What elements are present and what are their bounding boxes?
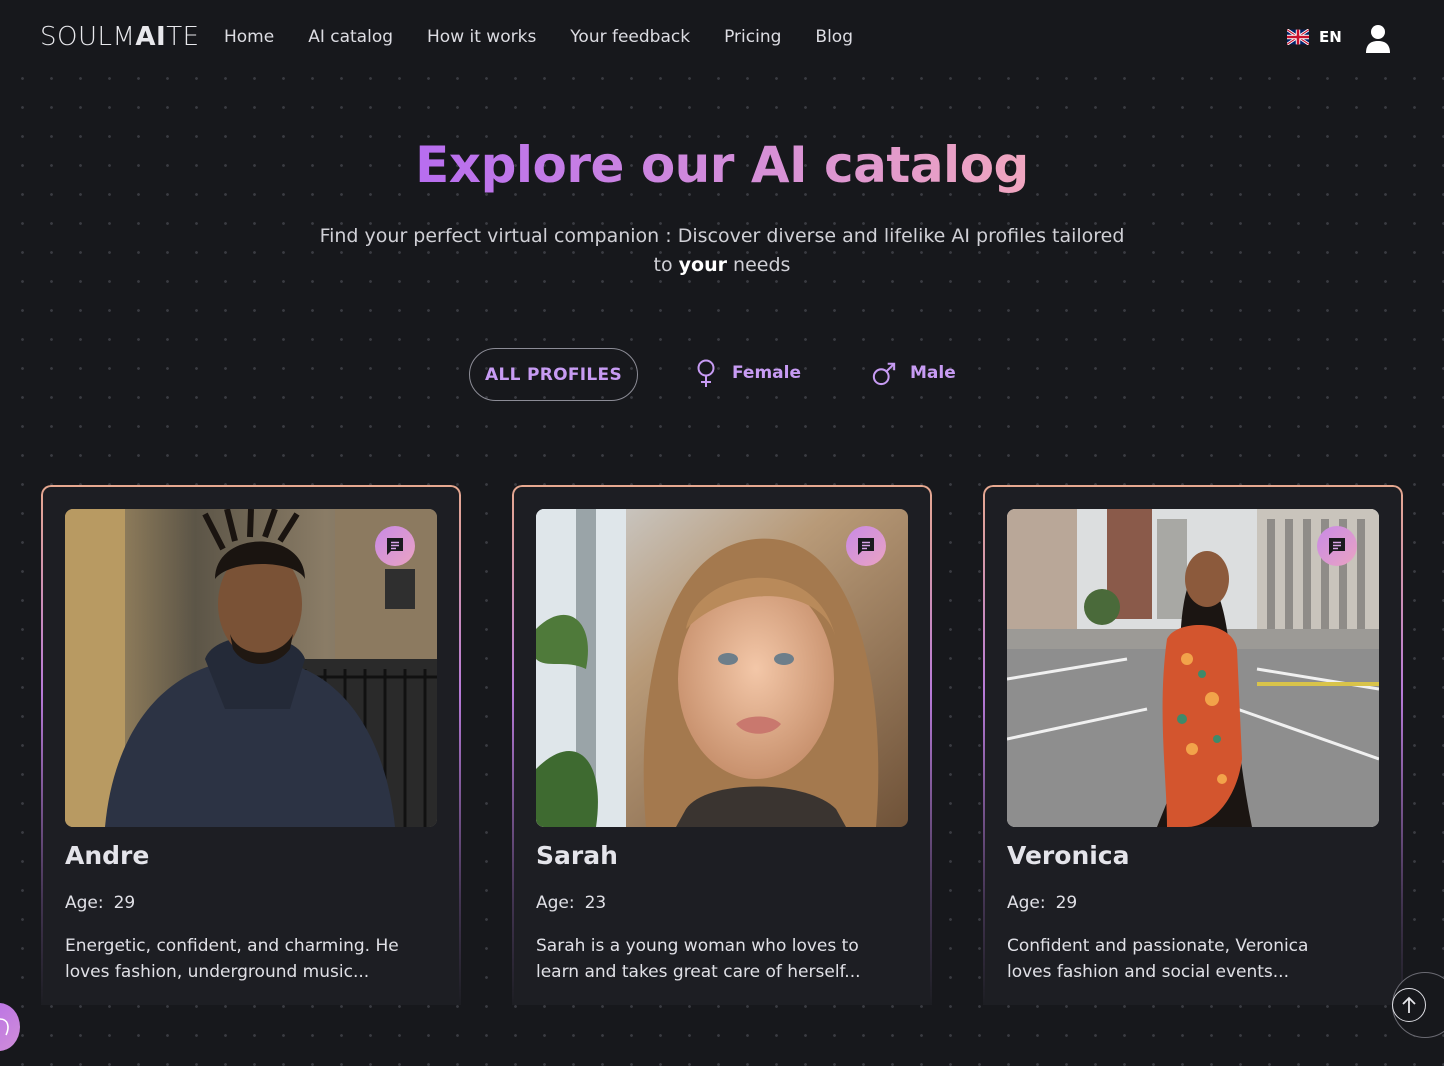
profile-description: Sarah is a young woman who loves to lear… [536, 936, 861, 982]
side-chat-button[interactable] [0, 1003, 20, 1051]
profile-description: Confident and passionate, Veronica loves… [1007, 936, 1309, 982]
nav-links: Home AI catalog How it works Your feedba… [224, 27, 887, 47]
nav-link-blog[interactable]: Blog [815, 27, 853, 47]
nav-link-how-it-works[interactable]: How it works [427, 27, 536, 47]
language-selector[interactable]: EN [1287, 28, 1342, 46]
page-title: Explore our AI catalog [415, 136, 1029, 194]
profile-photo[interactable] [1007, 509, 1379, 827]
profile-name: Veronica [1007, 841, 1130, 870]
filter-female-button[interactable]: Female [694, 358, 801, 388]
nav-link-home[interactable]: Home [224, 27, 274, 47]
female-icon [697, 359, 715, 387]
language-label: EN [1319, 28, 1342, 46]
profile-description: Energetic, confident, and charming. He l… [65, 936, 399, 982]
profile-card-andre[interactable]: Andre Age: 29 Energetic, confident, and c… [41, 485, 461, 1005]
profile-name: Sarah [536, 841, 618, 870]
profile-age: Age: 29 [1007, 893, 1078, 913]
logo[interactable]: SOULMAITE [40, 22, 200, 52]
page-subtitle: Find your perfect virtual companion : Di… [319, 225, 1125, 276]
profile-card-veronica[interactable]: Veronica Age: 29 Confident and passionate… [983, 485, 1403, 1005]
profile-age: Age: 29 [65, 893, 136, 913]
top-nav: SOULMAITE Home AI catalog How it works Y… [0, 0, 1444, 76]
chat-button[interactable] [375, 526, 415, 566]
nav-link-pricing[interactable]: Pricing [724, 27, 781, 47]
chat-button[interactable] [846, 526, 886, 566]
check-icon [0, 1018, 9, 1036]
profile-name: Andre [65, 841, 150, 870]
profile-photo[interactable] [536, 509, 908, 827]
scroll-to-top-button[interactable] [1392, 972, 1444, 1038]
uk-flag-icon [1287, 29, 1309, 45]
user-icon[interactable] [1365, 24, 1391, 54]
scroll-top-ring [1392, 988, 1426, 1022]
chat-icon [858, 538, 874, 555]
male-icon [872, 362, 896, 386]
profile-age: Age: 23 [536, 893, 607, 913]
profile-card-sarah[interactable]: Sarah Age: 23 Sarah is a young woman who … [512, 485, 932, 1005]
nav-link-ai-catalog[interactable]: AI catalog [308, 27, 393, 47]
chat-icon [1329, 538, 1345, 555]
profile-photo[interactable] [65, 509, 437, 827]
arrow-up-icon [1402, 996, 1416, 1013]
filter-male-button[interactable]: Male [872, 358, 956, 388]
chat-button[interactable] [1317, 526, 1357, 566]
chat-icon [387, 538, 403, 555]
nav-link-your-feedback[interactable]: Your feedback [570, 27, 690, 47]
filter-all-profiles-button[interactable]: ALL PROFILES [469, 348, 638, 401]
